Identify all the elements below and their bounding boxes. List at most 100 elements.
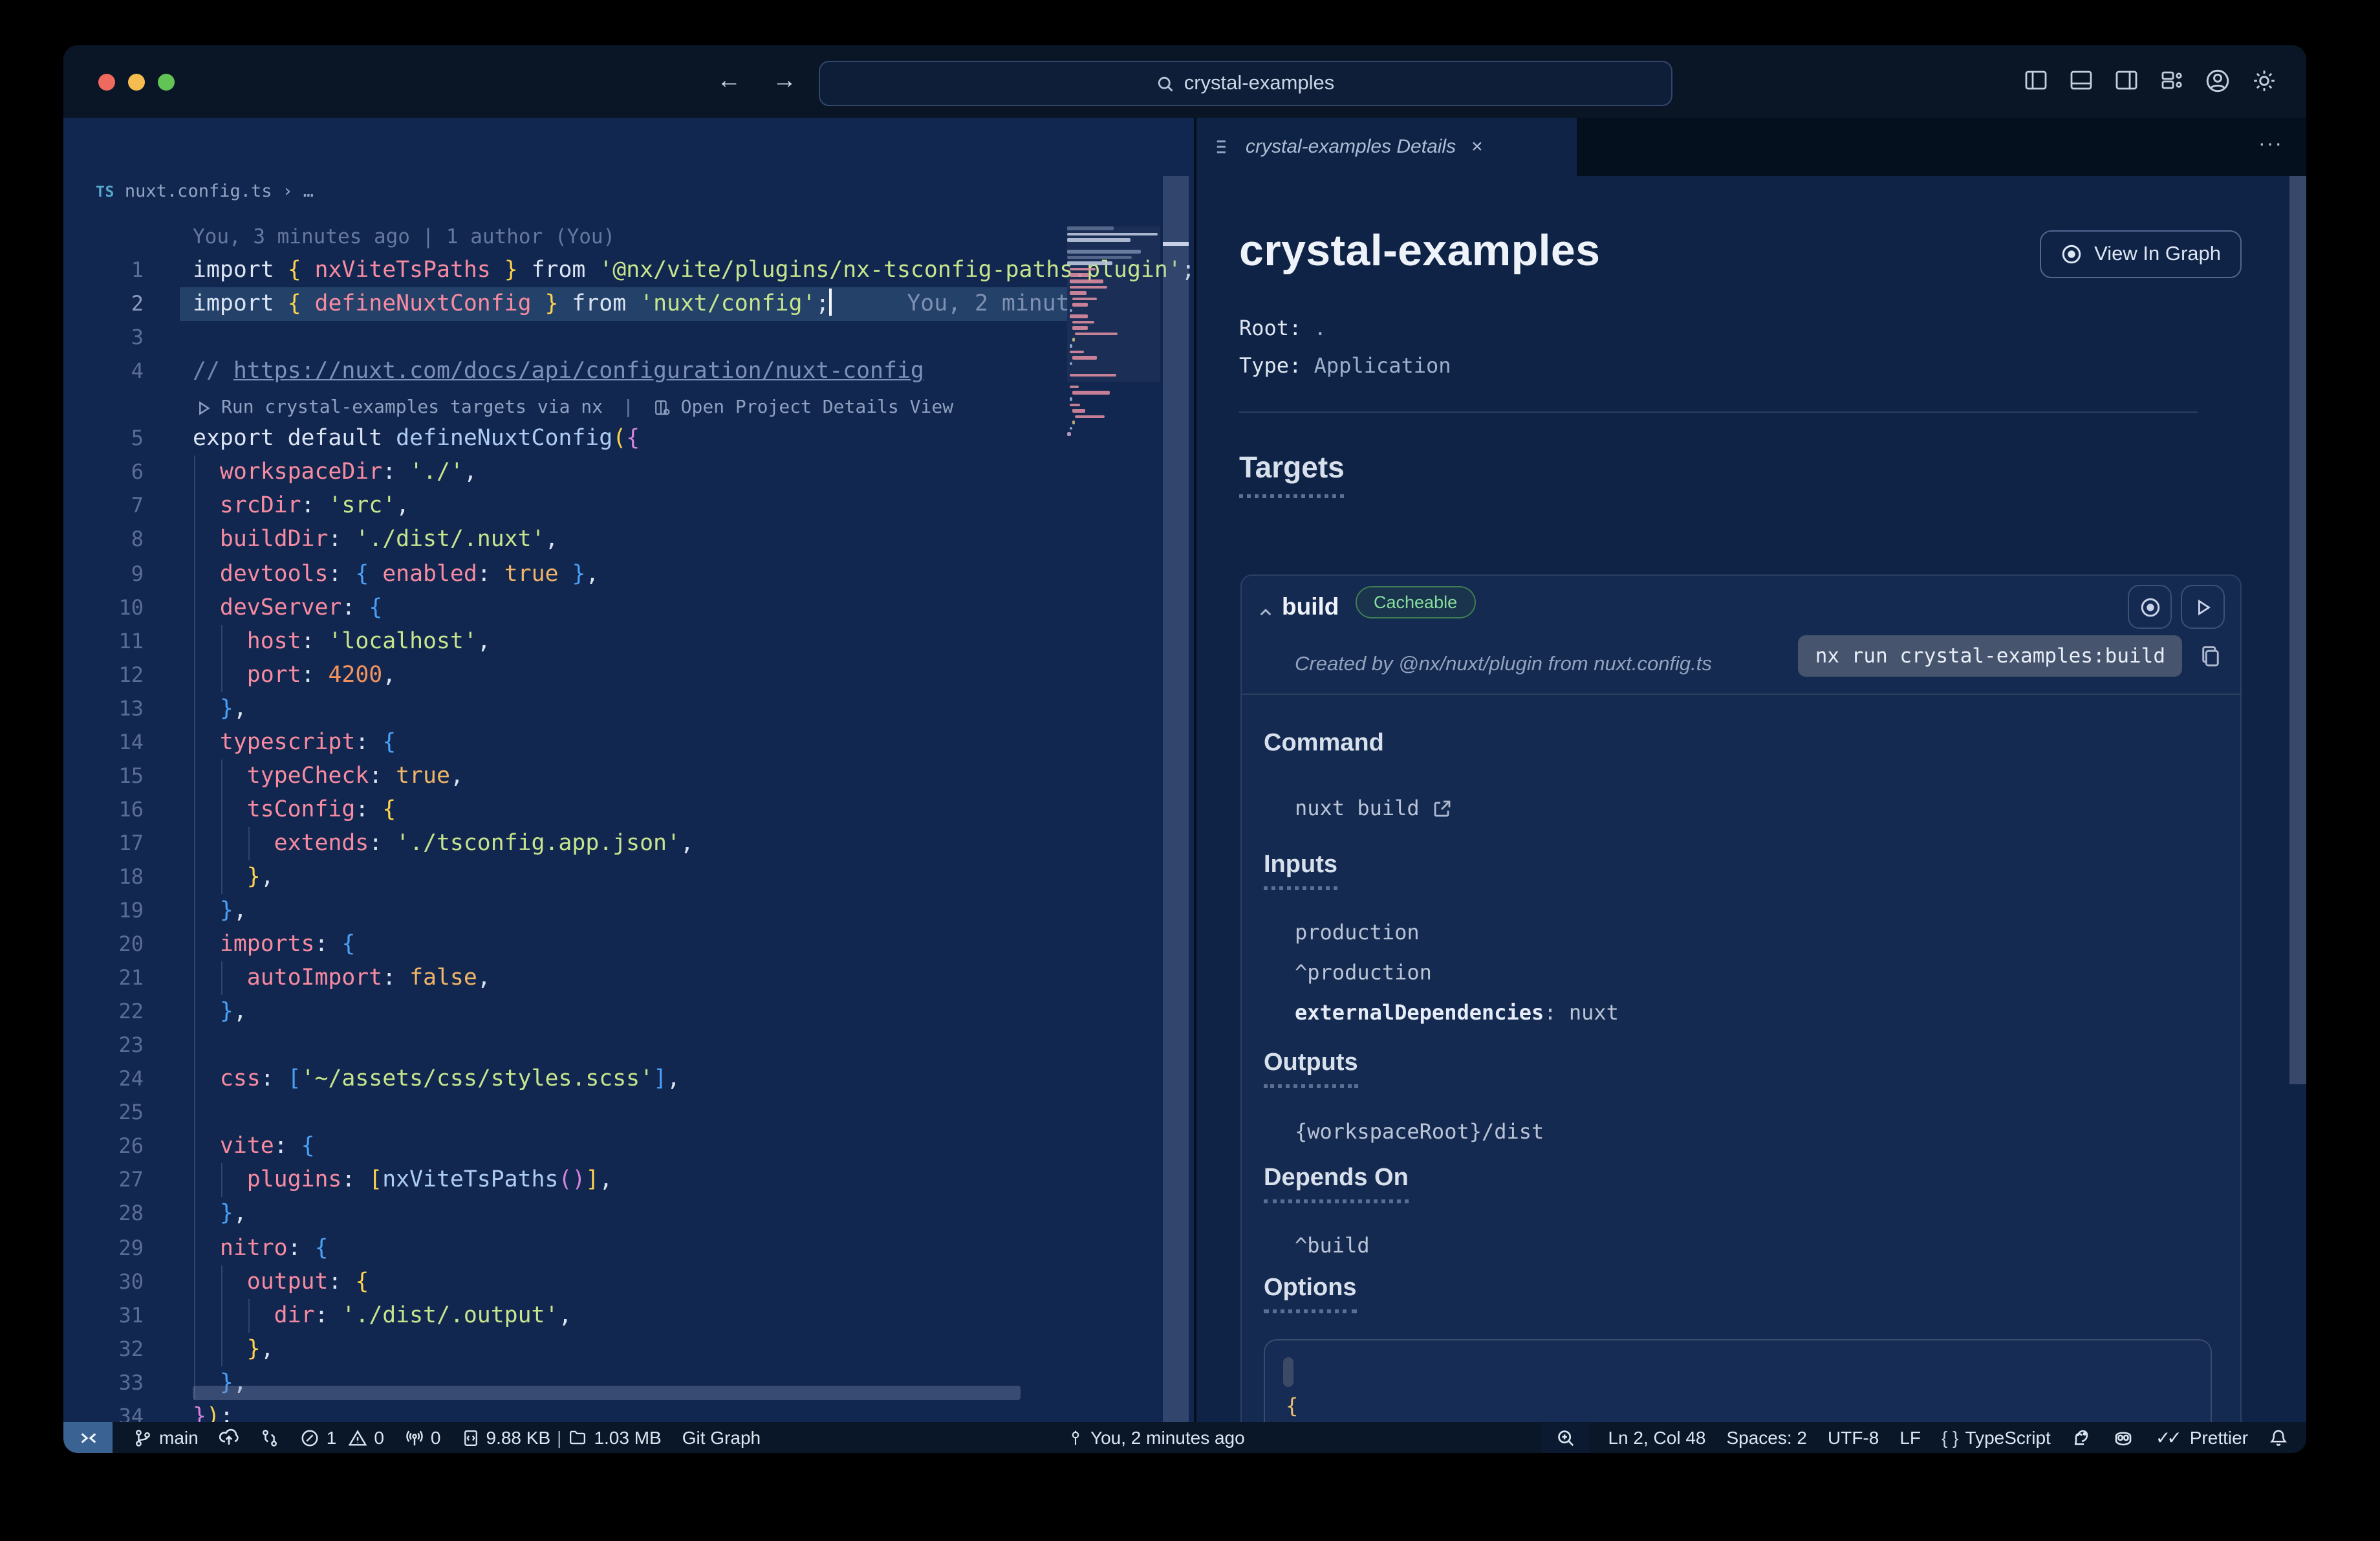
external-link-icon[interactable] xyxy=(1433,798,1453,818)
code-line[interactable]: output: { xyxy=(193,1265,369,1298)
run-target-button[interactable] xyxy=(2181,585,2225,629)
navigate-forward-icon[interactable]: → xyxy=(772,67,797,96)
command-center-search[interactable]: crystal-examples xyxy=(819,61,1672,106)
indent-guide xyxy=(221,1163,222,1197)
options-heading: Options xyxy=(1264,1274,1357,1313)
code-line[interactable]: buildDir: './dist/.nuxt', xyxy=(193,523,559,557)
code-line[interactable]: extends: './tsconfig.app.json', xyxy=(193,827,694,860)
code-line[interactable]: vite: { xyxy=(193,1130,315,1164)
root-row: Root: . xyxy=(1239,316,1326,340)
tab-project-details[interactable]: crystal-examples Details × xyxy=(1196,118,1577,176)
publish-icon[interactable] xyxy=(209,1422,250,1453)
editor-scrollbar[interactable] xyxy=(1163,176,1189,1422)
code-line[interactable]: srcDir: 'src', xyxy=(193,490,409,523)
code-line[interactable]: }, xyxy=(193,1197,247,1231)
code-line[interactable]: }, xyxy=(193,860,274,894)
code-line[interactable]: autoImport: false, xyxy=(193,961,491,995)
code-line[interactable]: css: ['~/assets/css/styles.scss'], xyxy=(193,1063,680,1097)
code-line[interactable]: port: 4200, xyxy=(193,658,396,692)
code-line[interactable]: export default defineNuxtConfig({ xyxy=(193,422,640,456)
horizontal-scrollbar[interactable] xyxy=(193,1386,1021,1400)
remote-indicator[interactable] xyxy=(63,1422,113,1453)
target-name[interactable]: build xyxy=(1282,593,1339,621)
customize-layout-icon[interactable] xyxy=(2159,67,2185,94)
navigate-back-icon[interactable]: ← xyxy=(717,67,741,96)
code-editor[interactable]: TS nuxt.config.ts › … You, 3 minutes ago… xyxy=(63,118,1194,1422)
git-branch-item[interactable]: main xyxy=(123,1422,209,1453)
code-line[interactable]: typeCheck: true, xyxy=(193,760,464,793)
code-line[interactable]: }, xyxy=(193,1332,274,1366)
git-compare-icon[interactable] xyxy=(250,1422,290,1453)
code-line[interactable]: tsConfig: { xyxy=(193,793,396,827)
encoding-item[interactable]: UTF-8 xyxy=(1817,1422,1889,1453)
code-line[interactable]: }, xyxy=(193,692,247,725)
code-line[interactable]: workspaceDir: './', xyxy=(193,456,477,490)
code-line[interactable]: host: 'localhost', xyxy=(193,624,491,658)
line-number: 21 xyxy=(118,965,144,990)
minimap-mark xyxy=(1070,403,1081,407)
indent-guide xyxy=(248,1298,250,1333)
close-tab-icon[interactable]: × xyxy=(1471,136,1483,158)
options-line: { xyxy=(1286,1393,1299,1418)
code-line[interactable]: devServer: { xyxy=(193,591,382,624)
code-line[interactable]: import { defineNuxtConfig } from 'nuxt/c… xyxy=(193,287,1070,321)
code-line[interactable]: dir: './dist/.output', xyxy=(193,1298,572,1332)
minimap-slider[interactable] xyxy=(1067,226,1160,382)
view-target-graph-button[interactable] xyxy=(2128,585,2172,629)
code-line[interactable]: }, xyxy=(193,995,247,1029)
code-line[interactable]: nitro: { xyxy=(193,1231,329,1265)
breadcrumb-file[interactable]: nuxt.config.ts xyxy=(125,181,272,202)
code-line[interactable]: plugins: [nxViteTsPaths()], xyxy=(193,1164,613,1197)
command-value: nuxt build xyxy=(1295,796,1453,820)
code-line[interactable]: imports: { xyxy=(193,928,355,961)
toggle-sidebar-icon[interactable] xyxy=(2023,67,2049,94)
git-graph-item[interactable]: Git Graph xyxy=(672,1422,771,1453)
breadcrumb-separator: › xyxy=(282,181,293,202)
zoom-icon[interactable] xyxy=(1542,1422,1590,1453)
line-number: 26 xyxy=(118,1133,144,1159)
panel-scrollbar[interactable] xyxy=(2289,176,2306,1084)
copilot-icon[interactable] xyxy=(2103,1422,2145,1453)
maximize-window-button[interactable] xyxy=(158,74,175,91)
blame-header: You, 3 minutes ago | 1 author (You) xyxy=(193,225,616,248)
code-line[interactable]: import { nxViteTsPaths } from '@nx/vite/… xyxy=(193,254,1194,287)
view-in-graph-button[interactable]: View In Graph xyxy=(2040,230,2242,278)
breadcrumb-more[interactable]: … xyxy=(303,181,314,202)
eol-item[interactable]: LF xyxy=(1889,1422,1931,1453)
ports-item[interactable]: 0 xyxy=(395,1422,451,1453)
line-col-item[interactable]: Ln 2, Col 48 xyxy=(1597,1422,1716,1453)
line-number: 30 xyxy=(118,1269,144,1294)
file-size-item[interactable]: 9.88 KB | 1.03 MB xyxy=(451,1422,672,1453)
codelens-open-details-link[interactable]: Open Project Details View xyxy=(681,391,953,425)
toggle-secondary-sidebar-icon[interactable] xyxy=(2114,67,2139,94)
panel-more-actions-icon[interactable]: ··· xyxy=(2258,133,2283,157)
settings-gear-icon[interactable] xyxy=(2251,67,2278,94)
code-line[interactable]: // https://nuxt.com/docs/api/configurati… xyxy=(193,355,924,388)
line-number: 24 xyxy=(118,1066,144,1091)
copy-icon[interactable] xyxy=(2199,644,2222,668)
collapse-chevron-icon[interactable] xyxy=(1257,604,1274,621)
gitmoji-squirrel-icon[interactable] xyxy=(2061,1422,2103,1453)
codelens-run-link[interactable]: Run crystal-examples targets via nx xyxy=(221,391,603,425)
toggle-panel-icon[interactable] xyxy=(2068,67,2094,94)
close-window-button[interactable] xyxy=(98,74,115,91)
breadcrumb[interactable]: TS nuxt.config.ts › … xyxy=(96,181,314,202)
code-line[interactable]: }); xyxy=(193,1400,233,1423)
indentation-item[interactable]: Spaces: 2 xyxy=(1716,1422,1817,1453)
minimize-window-button[interactable] xyxy=(128,74,145,91)
problems-item[interactable]: 1 0 xyxy=(290,1422,395,1453)
code-line[interactable]: }, xyxy=(193,894,247,928)
code-line[interactable]: typescript: { xyxy=(193,726,396,760)
blame-item[interactable]: You, 2 minutes ago xyxy=(1057,1422,1255,1453)
code-line[interactable]: devtools: { enabled: true }, xyxy=(193,557,600,591)
prettier-item[interactable]: ✓✓ Prettier xyxy=(2145,1422,2258,1453)
screen: ← → crystal-examples TS nuxt.config. xyxy=(0,0,2380,1541)
account-icon[interactable] xyxy=(2204,67,2231,94)
codelens[interactable]: Run crystal-examples targets via nx | Op… xyxy=(195,391,953,425)
options-code-editor[interactable]: { "cwd": "." } xyxy=(1264,1339,2212,1422)
language-item[interactable]: { } TypeScript xyxy=(1931,1422,2061,1453)
run-command-chip[interactable]: nx run crystal-examples:build xyxy=(1798,635,2182,677)
minimap-mark xyxy=(1067,432,1072,436)
inputs-heading: Inputs xyxy=(1264,851,1337,890)
notifications-bell-icon[interactable] xyxy=(2258,1422,2299,1453)
